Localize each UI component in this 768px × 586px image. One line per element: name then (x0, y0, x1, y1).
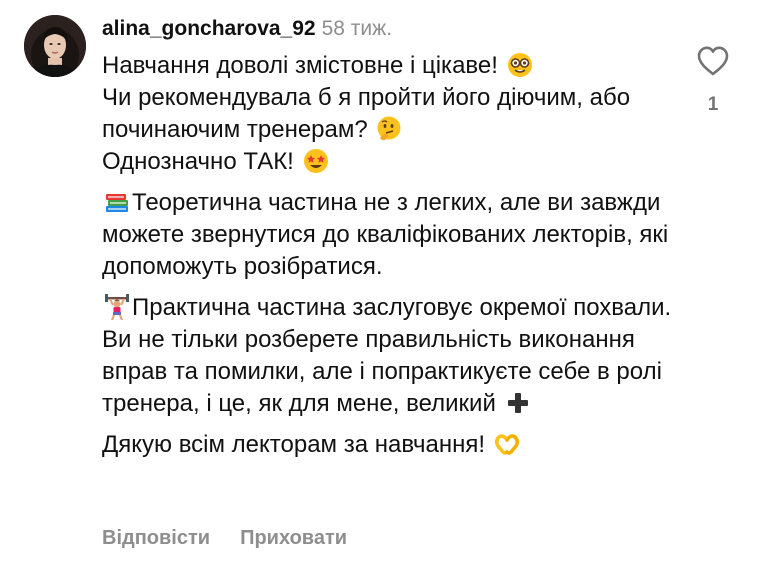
comment-line-2: Чи рекомендувала б я пройти його діючим,… (102, 84, 631, 143)
comment-paragraph-1: Навчання доволі змістовне і цікаве! Чи р… (102, 50, 672, 178)
star-struck-icon (303, 149, 328, 173)
weightlifter-icon (105, 294, 129, 320)
like-count: 1 (707, 94, 719, 115)
books-icon (106, 194, 128, 212)
comment-paragraph-2: Теоретична частина не з легких, але ви з… (102, 187, 672, 283)
hide-button[interactable]: Приховати (240, 527, 347, 549)
comment-line-1: Навчання доволі змістовне і цікаве! (102, 52, 498, 79)
plus-icon (507, 393, 528, 413)
reply-button[interactable]: Відповісти (102, 527, 210, 549)
comment-line-3: Однозначно ТАК! (102, 148, 294, 175)
comment-actions: Відповісти Приховати (102, 527, 347, 550)
timestamp[interactable]: 58 тиж. (322, 17, 392, 40)
heart-hands-icon (494, 434, 519, 455)
avatar[interactable] (24, 15, 86, 77)
comment-paragraph-4: Дякую всім лекторам за навчання! (102, 429, 672, 461)
comment-paragraph-3: Практична частина заслуговує окремої пох… (102, 292, 672, 420)
comment-text: Навчання доволі змістовне і цікаве! Чи р… (102, 50, 672, 470)
comment-header: alina_goncharova_92 58 тиж. (102, 14, 392, 44)
comment-paragraph-2-text: Теоретична частина не з легких, але ви з… (102, 189, 669, 280)
thinking-face-icon (377, 116, 401, 141)
comment-paragraph-3-text: Практична частина заслуговує окремої пох… (102, 294, 672, 417)
nerd-face-icon (507, 53, 532, 77)
heart-outline-icon[interactable] (696, 45, 730, 77)
comment-paragraph-4-text: Дякую всім лекторам за навчання! (102, 431, 486, 458)
username[interactable]: alina_goncharova_92 (102, 17, 316, 40)
avatar-photo (24, 15, 86, 77)
